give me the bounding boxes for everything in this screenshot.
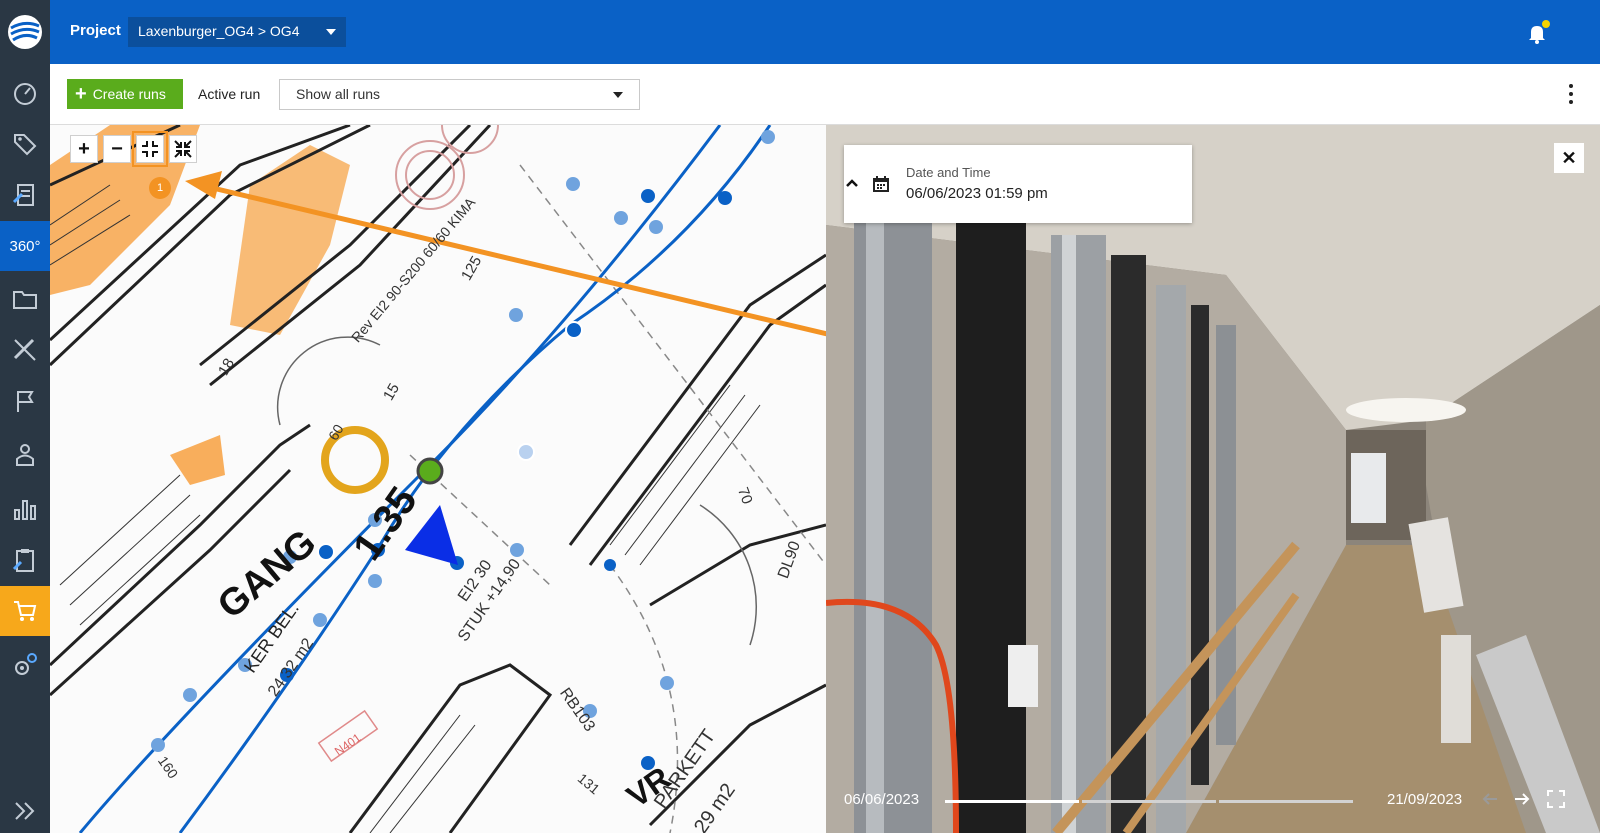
timeline-segment[interactable] [1082,800,1216,803]
floor-plan-panel[interactable]: GANG 1.35 VR PARKETT 29 m2 KER BEL. 24 3… [50,125,826,833]
project-select[interactable]: Laxenburger_OG4 > OG4 [128,17,346,47]
sidebar-item-reports[interactable] [0,170,50,220]
double-chevron-right-icon [15,802,35,820]
ruler-pencil-icon [13,338,36,361]
timeline-end-date: 21/09/2023 [1387,791,1463,808]
person-icon [16,444,34,466]
plus-icon: + [75,83,87,105]
360-icon: 360° [9,237,41,255]
project-select-value: Laxenburger_OG4 > OG4 [138,23,300,39]
sidebar-item-tags[interactable] [0,119,50,169]
arrow-left-icon[interactable] [1480,789,1500,809]
settings-gears-icon [15,653,37,675]
sidebar-item-files[interactable] [0,274,50,324]
fullscreen-icon[interactable] [1546,789,1566,809]
sidebar-item-360[interactable]: 360° [0,221,50,271]
zoom-out-button[interactable]: − [103,135,131,163]
sidebar-item-checklists[interactable] [0,535,50,585]
date-time-label: Date and Time [906,165,991,180]
create-runs-label: Create runs [92,86,166,102]
timeline: 06/06/2023 21/09/2023 [844,789,1584,811]
arrow-right-icon[interactable] [1512,789,1532,809]
sidebar-item-issues[interactable] [0,376,50,426]
exit-fullscreen-button[interactable] [169,135,197,163]
timeline-start-date: 06/06/2023 [844,791,920,808]
create-runs-button[interactable]: + Create runs [67,79,183,109]
panorama-viewer[interactable]: Date and Time 06/06/2023 01:59 pm ✕ 06/0… [826,125,1600,833]
active-run-label: Active run [198,86,261,102]
date-time-value: 06/06/2023 01:59 pm [906,185,1048,202]
calendar-icon [873,176,889,192]
collapse-icon [142,141,158,157]
compress-arrows-icon [174,140,192,158]
sidebar-item-analytics[interactable] [0,484,50,534]
flag-icon [17,391,34,412]
gauge-icon [14,83,36,105]
date-time-card[interactable]: Date and Time 06/06/2023 01:59 pm [844,145,1192,223]
sidebar-item-shop[interactable] [0,586,50,636]
caret-down-icon [613,92,623,98]
bar-chart-icon [14,500,36,520]
fit-view-button[interactable] [132,131,168,167]
project-label: Project [70,22,121,39]
zoom-in-button[interactable]: + [70,135,98,163]
map-zoom-controls: + − [70,131,197,167]
active-run-select-value: Show all runs [296,86,381,102]
caret-down-icon [326,29,336,35]
logo-icon [8,15,42,49]
sidebar-item-users[interactable] [0,430,50,480]
sidebar-item-measure[interactable] [0,325,50,375]
sidebar-item-dashboard[interactable] [0,68,50,118]
timeline-segment[interactable] [1219,800,1353,803]
more-options-icon[interactable] [1568,84,1574,104]
chevron-up-icon[interactable] [844,175,860,191]
sidebar-expand-button[interactable] [0,786,50,836]
close-icon: ✕ [1561,147,1577,168]
timeline-segment-active[interactable] [945,800,1079,803]
tags-icon [14,134,37,156]
panorama-image[interactable] [826,125,1600,833]
app-logo[interactable] [0,0,50,64]
top-bar: Project Laxenburger_OG4 > OG4 [50,0,1600,64]
sidebar: 360° [0,0,50,833]
close-viewer-button[interactable]: ✕ [1554,143,1584,173]
notification-dot [1542,20,1550,28]
document-edit-icon [12,184,34,206]
sidebar-item-settings[interactable] [0,640,50,690]
annotation-badge: 1 [149,177,171,199]
folder-icon [13,291,37,309]
active-run-select[interactable]: Show all runs [279,79,640,110]
clipboard-icon [12,549,34,572]
cart-icon [14,601,37,621]
toolbar: + Create runs Active run Show all runs [50,64,1600,125]
